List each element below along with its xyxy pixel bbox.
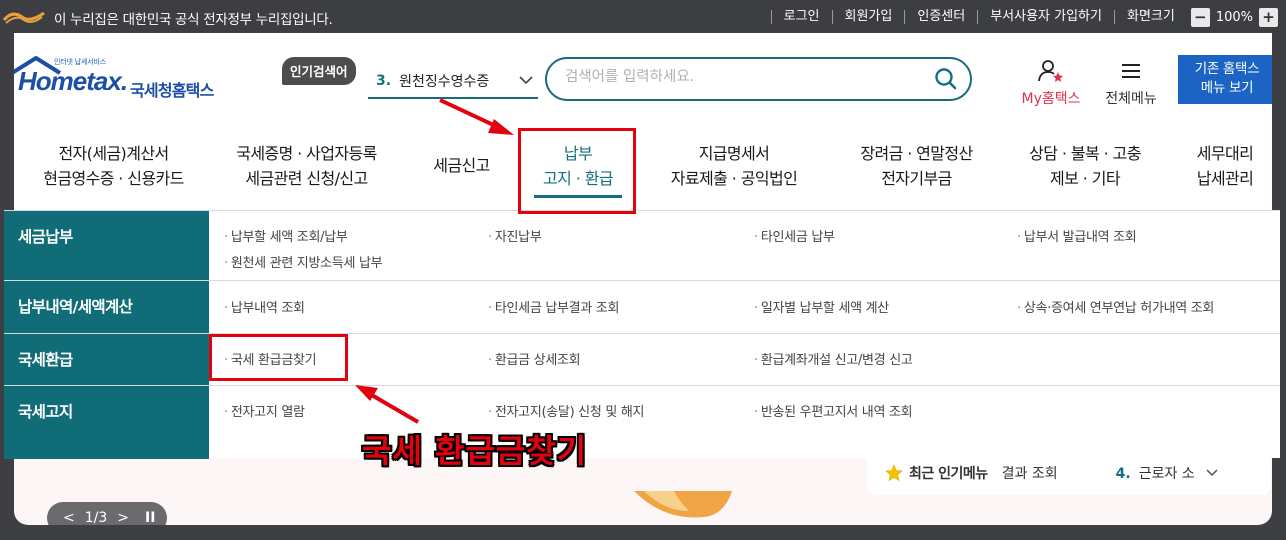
site-header: 인터넷 납세서비스 Hometax. 국세청홈택스 인기검색어 3. 원천징수영…	[14, 33, 1272, 210]
link-payable-tax-inquiry[interactable]: 납부할 세액 조회/납부	[224, 226, 348, 245]
zoom-out-button[interactable]: −	[1190, 7, 1210, 27]
link-returned-notice[interactable]: 반송된 우편고지서 내역 조회	[754, 401, 913, 420]
popular-search-term: 원천징수영수증	[399, 73, 490, 90]
gnb-tax-filing[interactable]: 세금신고	[414, 153, 509, 178]
my-hometax-button[interactable]: My홈택스	[1016, 59, 1086, 108]
link-e-notice-apply[interactable]: 전자고지(송달) 신청 및 해지	[488, 401, 645, 420]
gnb-incentive[interactable]: 장려금 · 연말정산 전자기부금	[834, 141, 999, 191]
certificate-center-link[interactable]: 인증센터	[904, 10, 977, 24]
dropdown-row-tax-refund: 국세환급 국세 환급금찾기 환급금 상세조회 환급계좌개설 신고/변경 신고	[4, 334, 1280, 386]
dropdown-row-payment-history: 납부내역/세액계산 납부내역 조회 타인세금 납부결과 조회 일자별 납부할 세…	[4, 281, 1280, 334]
old-home-line2: 메뉴 보기	[1200, 80, 1254, 96]
link-other-tax-result[interactable]: 타인세금 납부결과 조회	[488, 297, 620, 316]
department-user-signup-link[interactable]: 부서사용자 가입하기	[977, 10, 1114, 24]
old-home-menu-button[interactable]: 기존 홈택스 메뉴 보기	[1178, 55, 1272, 104]
link-payment-history[interactable]: 납부내역 조회	[224, 297, 305, 316]
star-icon	[885, 463, 903, 481]
signup-link[interactable]: 회원가입	[831, 10, 905, 24]
hometax-logo[interactable]: 인터넷 납세서비스 Hometax. 국세청홈택스	[14, 55, 226, 103]
screen-size-label: 화면크기	[1113, 10, 1187, 24]
zoom-control: − 100% +	[1190, 7, 1278, 27]
annotation-callout: 국세 환급금찾기	[362, 432, 588, 470]
hamburger-icon	[1122, 64, 1140, 78]
pause-button[interactable]: II	[145, 510, 155, 525]
link-refund-account[interactable]: 환급계좌개설 신고/변경 신고	[754, 349, 913, 368]
old-home-line1: 기존 홈택스	[1194, 61, 1260, 77]
dropdown-row-tax-notice: 국세고지 전자고지 열람 전자고지(송달) 신청 및 해지 반송된 우편고지서 …	[4, 386, 1280, 459]
category-payment-history[interactable]: 납부내역/세액계산	[4, 281, 209, 333]
dropdown-row-tax-payment: 세금납부 납부할 세액 조회/납부 자진납부 타인세금 납부 납부서 발급내역 …	[4, 211, 1280, 281]
prev-slide-button[interactable]: <	[63, 510, 75, 525]
gov-notice: 이 누리집은 대한민국 공식 전자정부 누리집입니다.	[54, 12, 333, 28]
carousel-pager: < 1/3 > II	[47, 502, 167, 525]
gnb-payment-statement[interactable]: 지급명세서 자료제출 · 공익법인	[654, 141, 814, 191]
zoom-value: 100%	[1215, 9, 1253, 25]
gnb-tax-agent[interactable]: 세무대리 납세관리	[1184, 141, 1266, 191]
popular-menu-item-2[interactable]: 4. 근로자 소	[1116, 463, 1195, 483]
popular-search-select[interactable]: 3. 원천징수영수증	[368, 64, 538, 99]
next-slide-button[interactable]: >	[117, 510, 129, 525]
category-tax-refund[interactable]: 국세환급	[4, 334, 209, 385]
zoom-in-button[interactable]: +	[1259, 7, 1278, 27]
logo-brand-korean: 국세청홈택스	[130, 81, 214, 100]
chevron-down-icon[interactable]	[1205, 466, 1219, 480]
link-payment-slip-history[interactable]: 납부서 발급내역 조회	[1017, 226, 1137, 245]
link-refund-detail[interactable]: 환급금 상세조회	[488, 349, 581, 368]
banner-graphic	[634, 491, 732, 518]
popular-search-rank: 3.	[376, 72, 392, 89]
popular-search-badge: 인기검색어	[282, 57, 356, 85]
gnb-consult[interactable]: 상담 · 불복 · 고충 제보 · 기타	[1014, 141, 1156, 191]
gnb-e-invoice[interactable]: 전자(세금)계산서 현금영수증 · 신용카드	[26, 141, 201, 191]
slide-counter: 1/3	[84, 510, 108, 525]
link-other-tax-payment[interactable]: 타인세금 납부	[754, 226, 835, 245]
all-menu-label: 전체메뉴	[1105, 91, 1157, 107]
payment-dropdown: 세금납부 납부할 세액 조회/납부 자진납부 타인세금 납부 납부서 발급내역 …	[4, 210, 1280, 459]
search-input[interactable]	[565, 69, 925, 85]
category-tax-payment[interactable]: 세금납부	[4, 211, 209, 280]
search-icon[interactable]	[934, 67, 958, 91]
gnb-certificate[interactable]: 국세증명 · 사업자등록 세금관련 신청/신고	[219, 141, 394, 191]
category-tax-notice[interactable]: 국세고지	[4, 386, 209, 459]
global-nav: 전자(세금)계산서 현금영수증 · 신용카드 국세증명 · 사업자등록 세금관련 신…	[14, 129, 1272, 211]
my-hometax-label: My홈택스	[1021, 91, 1081, 107]
highlight-box-payment-menu	[518, 128, 636, 214]
user-star-icon	[1038, 60, 1063, 82]
all-menu-button[interactable]: 전체메뉴	[1100, 59, 1162, 108]
popular-menu-item-1[interactable]: 결과 조회	[1002, 463, 1058, 483]
highlight-box-refund-link	[209, 334, 348, 381]
gov-bar: 이 누리집은 대한민국 공식 전자정부 누리집입니다. 로그인 회원가입 인증센…	[0, 0, 1286, 33]
search-box	[545, 57, 972, 101]
popular-menu-title: 최근 인기메뉴	[909, 465, 988, 482]
logo-brand: Hometax.	[18, 66, 128, 96]
link-inheritance-installment[interactable]: 상속·증여세 연부연납 허가내역 조회	[1017, 297, 1215, 316]
gov-emblem-icon	[2, 11, 45, 24]
link-self-payment[interactable]: 자진납부	[488, 226, 542, 245]
login-link[interactable]: 로그인	[770, 10, 832, 24]
link-daily-tax-calc[interactable]: 일자별 납부할 세액 계산	[754, 297, 889, 316]
link-local-income-tax[interactable]: 원천세 관련 지방소득세 납부	[224, 252, 383, 271]
link-e-notice-view[interactable]: 전자고지 열람	[224, 401, 305, 420]
chevron-down-icon	[519, 76, 533, 85]
gov-links: 로그인 회원가입 인증센터 부서사용자 가입하기 화면크기 − 100% +	[770, 6, 1278, 28]
